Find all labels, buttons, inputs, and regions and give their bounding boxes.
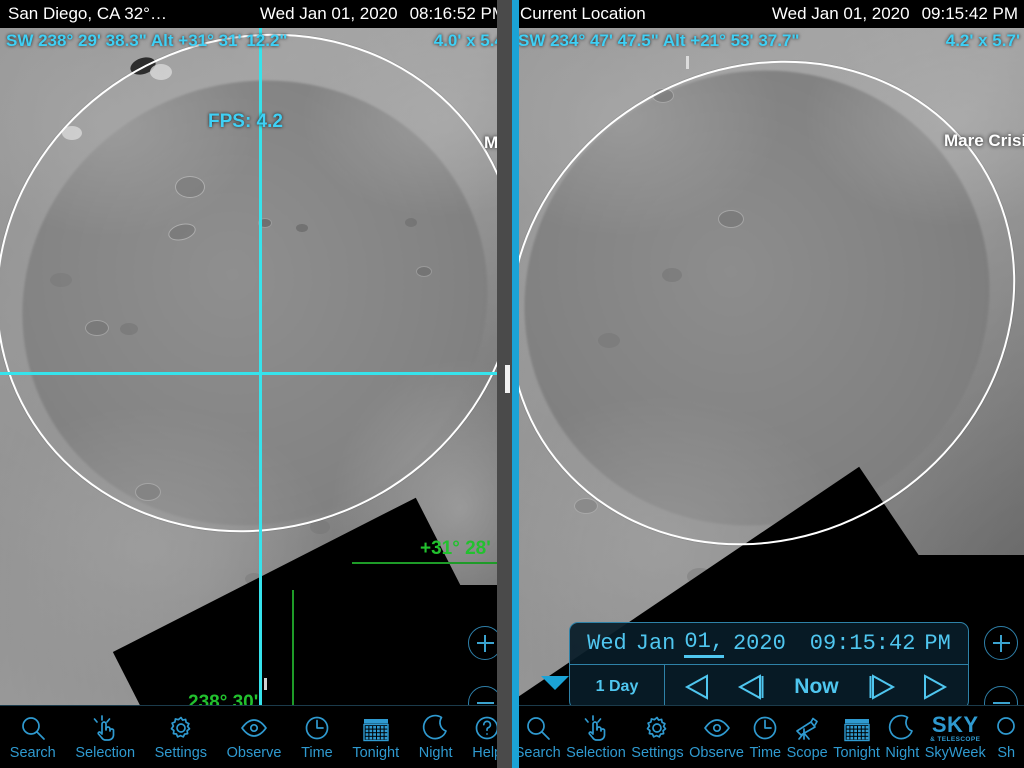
toolbar-item-scope[interactable]: Scope: [784, 713, 831, 761]
right-coordinate-readout: SW 234° 47' 47.5" Alt +21° 53' 37.7" 4.2…: [512, 28, 1024, 54]
time-year[interactable]: 2020: [733, 631, 786, 656]
time-month[interactable]: Jan: [636, 631, 676, 656]
search-icon: [523, 713, 553, 743]
left-location-label: San Diego, CA 32°…: [8, 4, 167, 23]
eye-icon: [239, 713, 269, 743]
toolbar-item-label: SkyWeek: [924, 745, 986, 761]
toolbar-item-settings[interactable]: Settings: [629, 713, 687, 761]
left-coordinate-readout: SW 238° 29' 38.3" Alt +31° 31' 12.2" 4.0…: [0, 28, 512, 54]
share-icon: [991, 713, 1021, 743]
left-azimuth-label: 238° 30': [188, 692, 259, 705]
clock-icon: [750, 713, 780, 743]
toolbar-item-label: Sh: [997, 745, 1016, 761]
toolbar-item-sh[interactable]: Sh: [988, 713, 1023, 761]
toolbar-item-label: Settings: [631, 745, 684, 761]
left-fps-readout: FPS: 4.2: [208, 111, 283, 132]
time-forward-button[interactable]: [866, 673, 896, 701]
toolbar-item-night[interactable]: Night: [883, 713, 922, 761]
time-forward-fast-button[interactable]: [922, 673, 948, 701]
search-icon: [18, 713, 48, 743]
right-toolbar[interactable]: Search Selection Settings Observe Time Scope T…: [512, 705, 1024, 768]
toolbar-item-time[interactable]: Time: [291, 713, 342, 761]
left-toolbar[interactable]: Search Selection Settings Observe Time Tonigh…: [0, 705, 512, 768]
toolbar-item-label: Search: [9, 745, 56, 761]
toolbar-item-label: Search: [514, 745, 561, 761]
toolbar-item-selection[interactable]: Selection: [66, 713, 145, 761]
toolbar-item-label: Selection: [566, 745, 626, 761]
sky-telescope-logo: SKY & TELESCOPE: [930, 711, 981, 743]
eye-icon: [702, 713, 732, 743]
right-sky-view[interactable]: Current Location Wed Jan 01, 2020 09:15:…: [512, 0, 1024, 768]
left-altitude-gridline: [352, 562, 512, 564]
pane-divider-handle[interactable]: [505, 365, 510, 393]
hand-pointer-icon: [581, 713, 611, 743]
left-time-label: 08:16:52 PM: [409, 4, 506, 23]
left-status-bar: San Diego, CA 32°… Wed Jan 01, 2020 08:1…: [0, 0, 512, 28]
right-position-readout: SW 234° 47' 47.5" Alt +21° 53' 37.7": [518, 31, 800, 50]
left-sky-view[interactable]: San Diego, CA 32°… Wed Jan 01, 2020 08:1…: [0, 0, 512, 768]
toolbar-item-time[interactable]: Time: [747, 713, 784, 761]
pane-divider-accent: [512, 0, 519, 768]
toolbar-item-search[interactable]: Search: [0, 713, 66, 761]
gear-icon: [166, 713, 196, 743]
calendar-icon: [361, 713, 391, 743]
toolbar-item-label: Night: [418, 745, 453, 761]
toolbar-item-label: Selection: [75, 745, 136, 761]
toolbar-item-tonight[interactable]: Tonight: [830, 713, 882, 761]
toolbar-item-night[interactable]: Night: [409, 713, 462, 761]
time-clock[interactable]: 09:15:42: [810, 631, 916, 656]
right-feature-label: Mare Crisiu: [944, 131, 1024, 150]
time-meridiem[interactable]: PM: [924, 631, 950, 656]
left-azimuth-gridline: [292, 590, 294, 705]
sky-app: San Diego, CA 32°… Wed Jan 01, 2020 08:1…: [0, 0, 1024, 768]
left-grid-tick: [264, 678, 267, 690]
toolbar-item-skyweek[interactable]: SKY & TELESCOPE SkyWeek: [922, 713, 988, 761]
calendar-icon: [842, 713, 872, 743]
time-control-panel[interactable]: Wed Jan 01, 2020 09:15:42 PM 1 Day Now: [569, 622, 969, 705]
right-zoom-in-button[interactable]: [984, 626, 1018, 660]
toolbar-item-label: Night: [885, 745, 920, 761]
telescope-icon: [792, 713, 822, 743]
moon-icon: [421, 713, 451, 743]
left-position-readout: SW 238° 29' 38.3" Alt +31° 31' 12.2": [6, 31, 288, 50]
time-weekday[interactable]: Wed: [587, 631, 627, 656]
time-rewind-button[interactable]: [737, 673, 767, 701]
toolbar-item-label: Time: [749, 745, 782, 761]
toolbar-item-observe[interactable]: Observe: [217, 713, 291, 761]
toolbar-item-tonight[interactable]: Tonight: [343, 713, 409, 761]
left-crosshair-horizontal: [0, 372, 512, 375]
right-location-label: Current Location: [520, 4, 646, 23]
time-panel-date-row[interactable]: Wed Jan 01, 2020 09:15:42 PM: [570, 623, 968, 665]
right-fov-readout: 4.2' x 5.7': [945, 31, 1020, 50]
right-panel-collapse-toggle[interactable]: [538, 676, 572, 693]
clock-icon: [302, 713, 332, 743]
toolbar-item-selection[interactable]: Selection: [563, 713, 628, 761]
right-center-tick: [686, 56, 689, 69]
toolbar-item-label: Observe: [689, 745, 744, 761]
time-now-button[interactable]: Now: [794, 675, 838, 699]
right-date-label: Wed Jan 01, 2020: [771, 4, 910, 23]
time-step-button[interactable]: 1 Day: [570, 665, 665, 705]
right-time-label: 09:15:42 PM: [921, 4, 1018, 23]
time-rewind-fast-button[interactable]: [684, 673, 710, 701]
right-sky-canvas[interactable]: Mare Crisiu SW 234° 47' 47.5" Alt +21° 5…: [512, 28, 1024, 705]
toolbar-item-label: Tonight: [352, 745, 400, 761]
left-date-label: Wed Jan 01, 2020: [259, 4, 398, 23]
right-status-bar: Current Location Wed Jan 01, 2020 09:15:…: [512, 0, 1024, 28]
gear-icon: [642, 713, 672, 743]
moon-icon: [887, 713, 917, 743]
toolbar-item-search[interactable]: Search: [512, 713, 563, 761]
toolbar-item-observe[interactable]: Observe: [686, 713, 746, 761]
time-day[interactable]: 01,: [684, 629, 724, 658]
toolbar-item-label: Tonight: [833, 745, 880, 761]
toolbar-item-label: Scope: [786, 745, 828, 761]
toolbar-item-settings[interactable]: Settings: [145, 713, 217, 761]
hand-pointer-icon: [90, 713, 120, 743]
left-altitude-label: +31° 28': [420, 538, 491, 559]
toolbar-item-label: Time: [301, 745, 333, 761]
toolbar-item-label: Observe: [226, 745, 282, 761]
toolbar-item-label: Settings: [154, 745, 208, 761]
left-sky-canvas[interactable]: Ma SW 238° 29' 38.3" Alt +31° 31' 12.2" …: [0, 28, 512, 705]
